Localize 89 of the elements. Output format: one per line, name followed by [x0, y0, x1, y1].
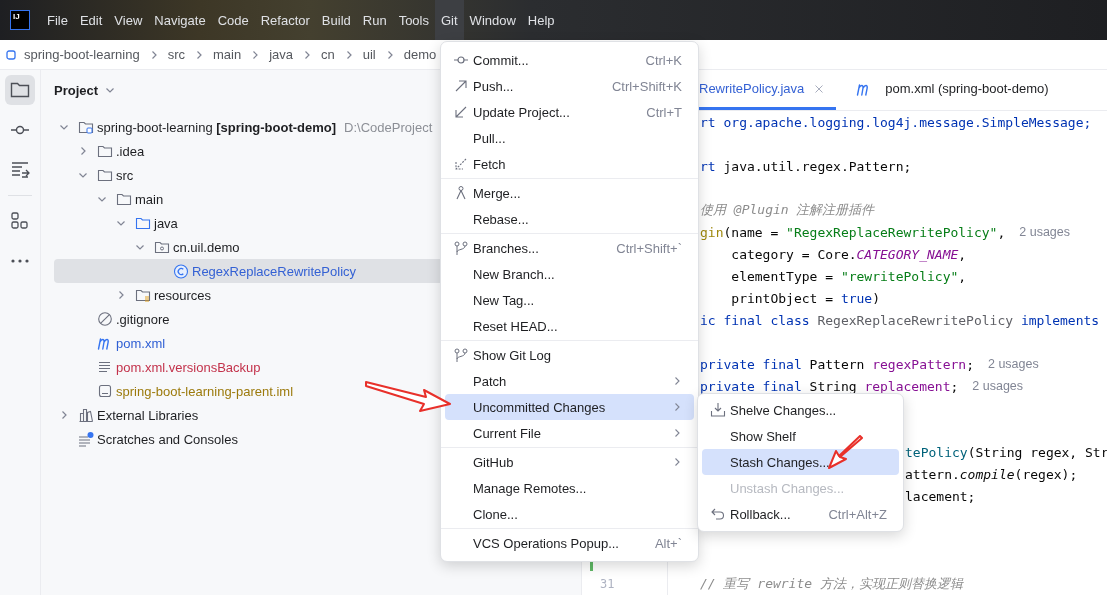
menu-item[interactable]: Tools: [392, 0, 435, 40]
package-icon: [154, 240, 170, 254]
code-line: rt java.util.regex.Pattern;: [700, 158, 912, 174]
structure-icon: [10, 160, 30, 180]
menu-item[interactable]: Help: [521, 0, 561, 40]
app-logo: IJ: [10, 10, 30, 30]
code-line: gin(name = "RegexReplaceRewritePolicy",: [700, 224, 1006, 240]
line-number: 31: [600, 577, 615, 591]
menu-item[interactable]: Patch: [445, 368, 694, 394]
folder-icon: [97, 168, 113, 182]
breadcrumb[interactable]: cn: [321, 47, 335, 62]
breadcrumb[interactable]: main: [212, 47, 242, 62]
code-line: private final Pattern regexPattern;: [700, 356, 974, 372]
folder-icon: [10, 81, 30, 99]
path-hint: D:\CodeProject: [344, 119, 433, 135]
code-line: category = Core.CATEGORY_NAME,: [730, 246, 967, 262]
menu-item[interactable]: Uncommitted Changes: [445, 394, 694, 420]
menu-item[interactable]: New Tag...: [445, 287, 694, 313]
class-icon: [173, 263, 189, 279]
menu-item[interactable]: GitHub: [445, 449, 694, 475]
menu-item[interactable]: Shelve Changes...: [702, 397, 899, 423]
menu-item[interactable]: Show Git Log: [445, 342, 694, 368]
menu-item[interactable]: Reset HEAD...: [445, 313, 694, 339]
close-icon[interactable]: [814, 83, 825, 94]
menu-item[interactable]: Clone...: [445, 501, 694, 527]
arrow-up-right-icon: [453, 78, 469, 94]
code-line: printObject = true): [730, 290, 881, 306]
library-icon: [78, 407, 94, 423]
download-tray-icon: [710, 402, 726, 418]
menu-item[interactable]: Push... Ctrl+Shift+K: [445, 73, 694, 99]
code-line: 使用 @Plugin 注解注册插件: [700, 201, 875, 219]
folder-icon: [135, 216, 151, 230]
scratches-icon: [78, 431, 94, 447]
panel-title[interactable]: Project: [54, 82, 99, 98]
menu-item[interactable]: File: [41, 0, 74, 40]
menu-item[interactable]: VCS Operations Popup... Alt+`: [445, 530, 694, 556]
branch-icon: [453, 347, 469, 363]
code-line: // 重写 rewrite 方法，实现正则替换逻辑: [700, 575, 963, 593]
menu-item[interactable]: Run: [356, 0, 393, 40]
menu-item[interactable]: Window: [463, 0, 522, 40]
inlay-hint: 2 usages: [987, 357, 1039, 371]
tool-button[interactable]: [5, 75, 35, 105]
menu-item[interactable]: Merge...: [445, 180, 694, 206]
menu-item[interactable]: Refactor: [254, 0, 316, 40]
arrow-down-left-icon: [453, 156, 469, 172]
menu-item[interactable]: Stash Changes...: [702, 449, 899, 475]
undo-icon: [710, 506, 726, 522]
menu-item[interactable]: Pull...: [445, 125, 694, 151]
code-line: ic final class RegexReplaceRewritePolicy implements: [700, 312, 1100, 328]
folder-icon: [116, 192, 132, 206]
menu-item[interactable]: Edit: [73, 0, 109, 40]
breadcrumb[interactable]: java: [269, 47, 293, 62]
module-folder-icon: [78, 120, 94, 134]
editor-tab[interactable]: pom.xml (spring-boot-demo): [848, 70, 1061, 110]
text-file-icon: [97, 360, 113, 374]
code-line: attern.compile(regex);: [905, 466, 1078, 482]
menu-item[interactable]: Update Project... Ctrl+T: [445, 99, 694, 125]
breadcrumb[interactable]: spring-boot-learning: [24, 47, 140, 62]
menu-item[interactable]: Code: [211, 0, 255, 40]
more-icon: [10, 258, 30, 264]
folder-icon: [97, 144, 113, 158]
breadcrumb[interactable]: demo: [403, 47, 437, 62]
inlay-hint: 2 usages: [1019, 225, 1070, 239]
inlay-hint: 2 usages: [972, 379, 1024, 393]
branch-icon: [453, 240, 469, 256]
file-icon: [97, 383, 113, 399]
grid-icon: [10, 211, 30, 231]
menu-item[interactable]: View: [108, 0, 149, 40]
code-line: lacement;: [905, 488, 976, 504]
menu-item[interactable]: Manage Remotes...: [445, 475, 694, 501]
menu-item[interactable]: Show Shelf: [702, 423, 899, 449]
menu-item[interactable]: Build: [315, 0, 357, 40]
breadcrumb[interactable]: src: [167, 47, 185, 62]
arrow-down-left-icon: [453, 104, 469, 120]
code-line: private final String replacement;: [700, 378, 959, 394]
menu-item[interactable]: Fetch: [445, 151, 694, 177]
resources-folder-icon: [135, 288, 151, 302]
menu-item[interactable]: Rebase...: [445, 206, 694, 232]
menu-item[interactable]: Rollback... Ctrl+Alt+Z: [702, 501, 899, 527]
code-line: rt org.apache.logging.log4j.message.SimpleMessage;: [700, 114, 1092, 130]
module-icon: [6, 49, 16, 60]
menu-item[interactable]: Git: [435, 0, 464, 40]
menu-item[interactable]: Commit... Ctrl+K: [445, 47, 694, 73]
breadcrumb[interactable]: uil: [362, 47, 376, 62]
code-line: elementType = "rewritePolicy",: [730, 268, 967, 284]
menu-item[interactable]: Branches... Ctrl+Shift+`: [445, 235, 694, 261]
menu-item[interactable]: Navigate: [148, 0, 212, 40]
no-entry-icon: [97, 311, 113, 327]
menu-item[interactable]: Current File: [445, 420, 694, 446]
